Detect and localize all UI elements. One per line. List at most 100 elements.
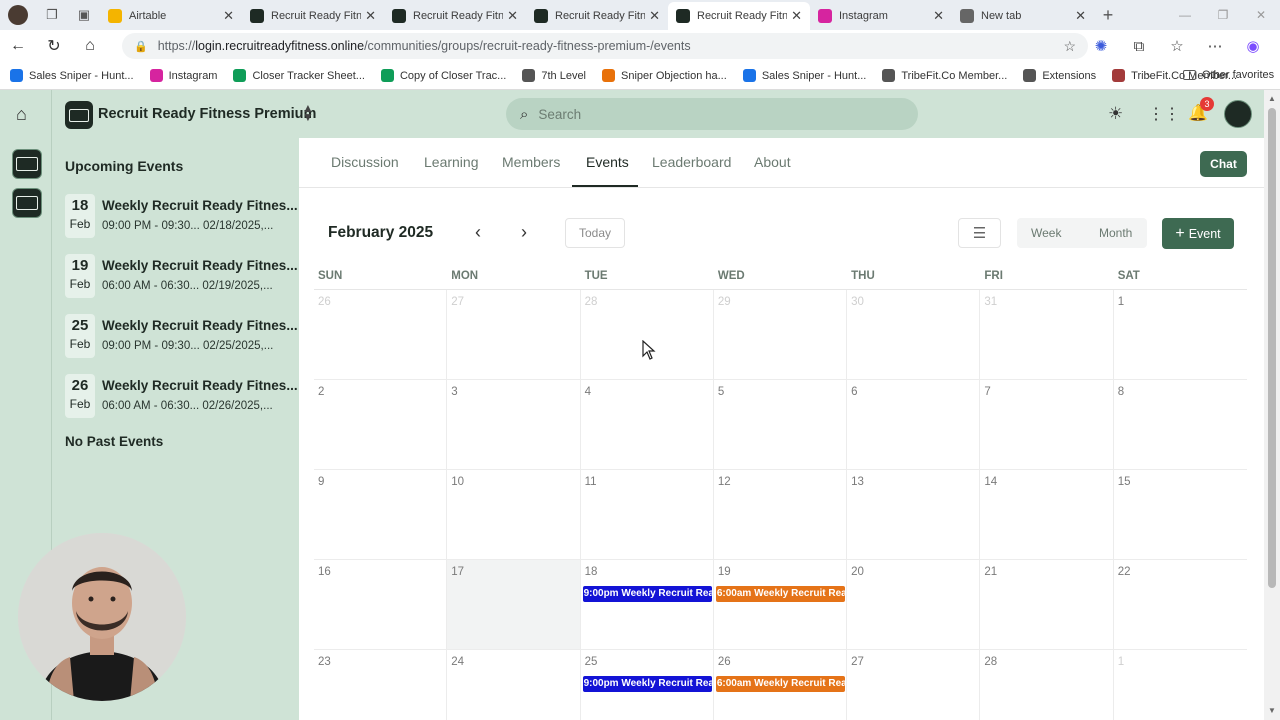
browser-tab[interactable]: Instagram ✕ [810,2,952,30]
calendar-day-cell[interactable]: 27 [447,290,581,379]
calendar-day-cell[interactable]: 18 9:00pm Weekly Recruit Ready [581,560,714,649]
bookmark-item[interactable]: TribeFit.Co Member... [882,69,1007,82]
group-switcher-icon[interactable]: ▲ ▼ [302,102,314,123]
bookmark-item[interactable]: Closer Tracker Sheet... [233,69,365,82]
week-view-button[interactable]: Week [1031,226,1061,240]
today-button[interactable]: Today [565,218,625,248]
month-view-button[interactable]: Month [1099,226,1132,240]
tab-members[interactable]: Members [502,154,560,170]
close-tab-icon[interactable]: ✕ [365,8,376,24]
calendar-day-cell[interactable]: 3 [447,380,581,469]
refresh-icon[interactable]: ↻ [36,36,72,56]
calendar-day-cell[interactable]: 24 [447,650,581,720]
scroll-down-icon[interactable]: ▼ [1268,706,1276,715]
calendar-day-cell[interactable]: 9 [314,470,448,559]
calendar-day-cell[interactable]: 20 [847,560,981,649]
tab-events[interactable]: Events [586,154,629,170]
calendar-day-cell[interactable]: 22 [1114,560,1247,649]
calendar-day-cell[interactable]: 25 9:00pm Weekly Recruit Ready [581,650,714,720]
upcoming-event-item[interactable]: 25 Feb Weekly Recruit Ready Fitnes... 09:00… [65,314,298,362]
other-favorites[interactable]: Other favorites [1183,69,1274,81]
calendar-day-cell[interactable]: 30 [847,290,981,379]
scroll-up-icon[interactable]: ▲ [1268,94,1276,103]
calendar-day-cell[interactable]: 26 [314,290,448,379]
browser-tab[interactable]: Airtable ✕ [100,2,242,30]
calendar-day-cell[interactable]: 28 [581,290,714,379]
page-scrollbar[interactable]: ▲ ▼ [1264,90,1280,720]
close-tab-icon[interactable]: ✕ [507,8,518,24]
browser-tab[interactable]: Recruit Ready Fitnes✕ [526,2,668,30]
calendar-day-cell[interactable]: 4 [581,380,714,469]
tab-discussion[interactable]: Discussion [331,154,399,170]
close-tab-icon[interactable]: ✕ [791,8,802,24]
minimize-icon[interactable]: — [1166,8,1204,22]
calendar-day-cell[interactable]: 10 [447,470,581,559]
community-logo-2[interactable] [12,188,42,218]
calendar-day-cell[interactable]: 1 [1114,650,1247,720]
calendar-event-chip[interactable]: 9:00pm Weekly Recruit Ready [582,676,712,692]
bookmark-item[interactable]: Extensions [1023,69,1096,82]
calendar-day-cell[interactable]: 29 [714,290,848,379]
tab-about[interactable]: About [754,154,791,170]
scroll-thumb[interactable] [1268,108,1276,588]
browser-tab[interactable]: Recruit Ready Fitnes✕ [668,2,810,30]
calendar-day-cell[interactable]: 12 [714,470,848,559]
favorite-star-icon[interactable]: ☆ [1063,38,1076,55]
calendar-day-cell[interactable]: 31 [980,290,1114,379]
calendar-day-cell[interactable]: 26 6:00am Weekly Recruit Ready [714,650,848,720]
bookmark-item[interactable]: Copy of Closer Trac... [380,69,506,82]
tab-learning[interactable]: Learning [424,154,479,170]
bookmark-item[interactable]: Sniper Objection ha... [602,69,727,82]
upcoming-event-item[interactable]: 19 Feb Weekly Recruit Ready Fitnes... 06:00… [65,254,298,302]
browser-tab[interactable]: Recruit Ready Fitnes✕ [242,2,384,30]
tab-actions-icon[interactable]: ▣ [74,5,94,25]
calendar-event-chip[interactable]: 6:00am Weekly Recruit Ready [715,586,845,602]
list-view-icon[interactable]: ☰ [958,218,1001,248]
home-icon[interactable]: ⌂ [16,104,27,125]
calendar-day-cell[interactable]: 27 [847,650,981,720]
bookmark-item[interactable]: Sales Sniper - Hunt... [10,69,134,82]
bookmark-item[interactable]: Instagram [149,69,217,82]
next-month-icon[interactable]: › [521,222,527,243]
back-icon[interactable]: ← [0,37,36,55]
upcoming-event-item[interactable]: 26 Feb Weekly Recruit Ready Fitnes... 06:00… [65,374,298,422]
calendar-day-cell[interactable]: 6 [847,380,981,469]
calendar-day-cell[interactable]: 28 [980,650,1114,720]
calendar-day-cell[interactable]: 14 [980,470,1114,559]
maximize-icon[interactable]: ❐ [1204,8,1242,22]
add-event-button[interactable]: + Event [1162,218,1234,249]
bookmark-item[interactable]: Sales Sniper - Hunt... [742,69,866,82]
calendar-day-cell[interactable]: 15 [1114,470,1247,559]
calendar-day-cell[interactable]: 2 [314,380,448,469]
calendar-day-cell[interactable]: 21 [980,560,1114,649]
calendar-day-cell[interactable]: 8 [1114,380,1247,469]
url-field[interactable]: 🔒 https://login.recruitreadyfitness.onli… [122,33,1088,59]
calendar-day-cell[interactable]: 16 [314,560,448,649]
calendar-day-cell[interactable]: 11 [581,470,714,559]
apps-grid-icon[interactable]: ⋮⋮ [1148,104,1180,124]
more-menu-icon[interactable]: ⋯ [1196,37,1234,55]
theme-toggle-icon[interactable]: ☀ [1108,104,1123,124]
close-tab-icon[interactable]: ✕ [933,8,944,24]
calendar-day-cell[interactable]: 17 [447,560,581,649]
browser-tab[interactable]: New tab ✕ [952,2,1094,30]
upcoming-event-item[interactable]: 18 Feb Weekly Recruit Ready Fitnes... 09:00… [65,194,298,242]
group-name[interactable]: Recruit Ready Fitness Premium [98,106,316,122]
search-input[interactable] [538,106,879,122]
close-tab-icon[interactable]: ✕ [1075,8,1086,24]
bookmark-item[interactable]: 7th Level [522,69,586,82]
calendar-day-cell[interactable]: 19 6:00am Weekly Recruit Ready [714,560,848,649]
calendar-day-cell[interactable]: 13 [847,470,981,559]
favorites-icon[interactable]: ☆ [1158,37,1196,55]
community-logo-1[interactable] [12,149,42,179]
tab-leaderboard[interactable]: Leaderboard [652,154,731,170]
profile-avatar[interactable] [8,5,28,25]
workspaces-icon[interactable]: ❐ [42,5,62,25]
bookmarks-overflow-icon[interactable]: › [1146,68,1150,83]
prev-month-icon[interactable]: ‹ [475,222,481,243]
calendar-event-chip[interactable]: 6:00am Weekly Recruit Ready [715,676,845,692]
calendar-day-cell[interactable]: 23 [314,650,448,720]
close-window-icon[interactable]: ✕ [1242,8,1280,22]
user-avatar[interactable] [1224,100,1252,128]
calendar-event-chip[interactable]: 9:00pm Weekly Recruit Ready [582,586,712,602]
